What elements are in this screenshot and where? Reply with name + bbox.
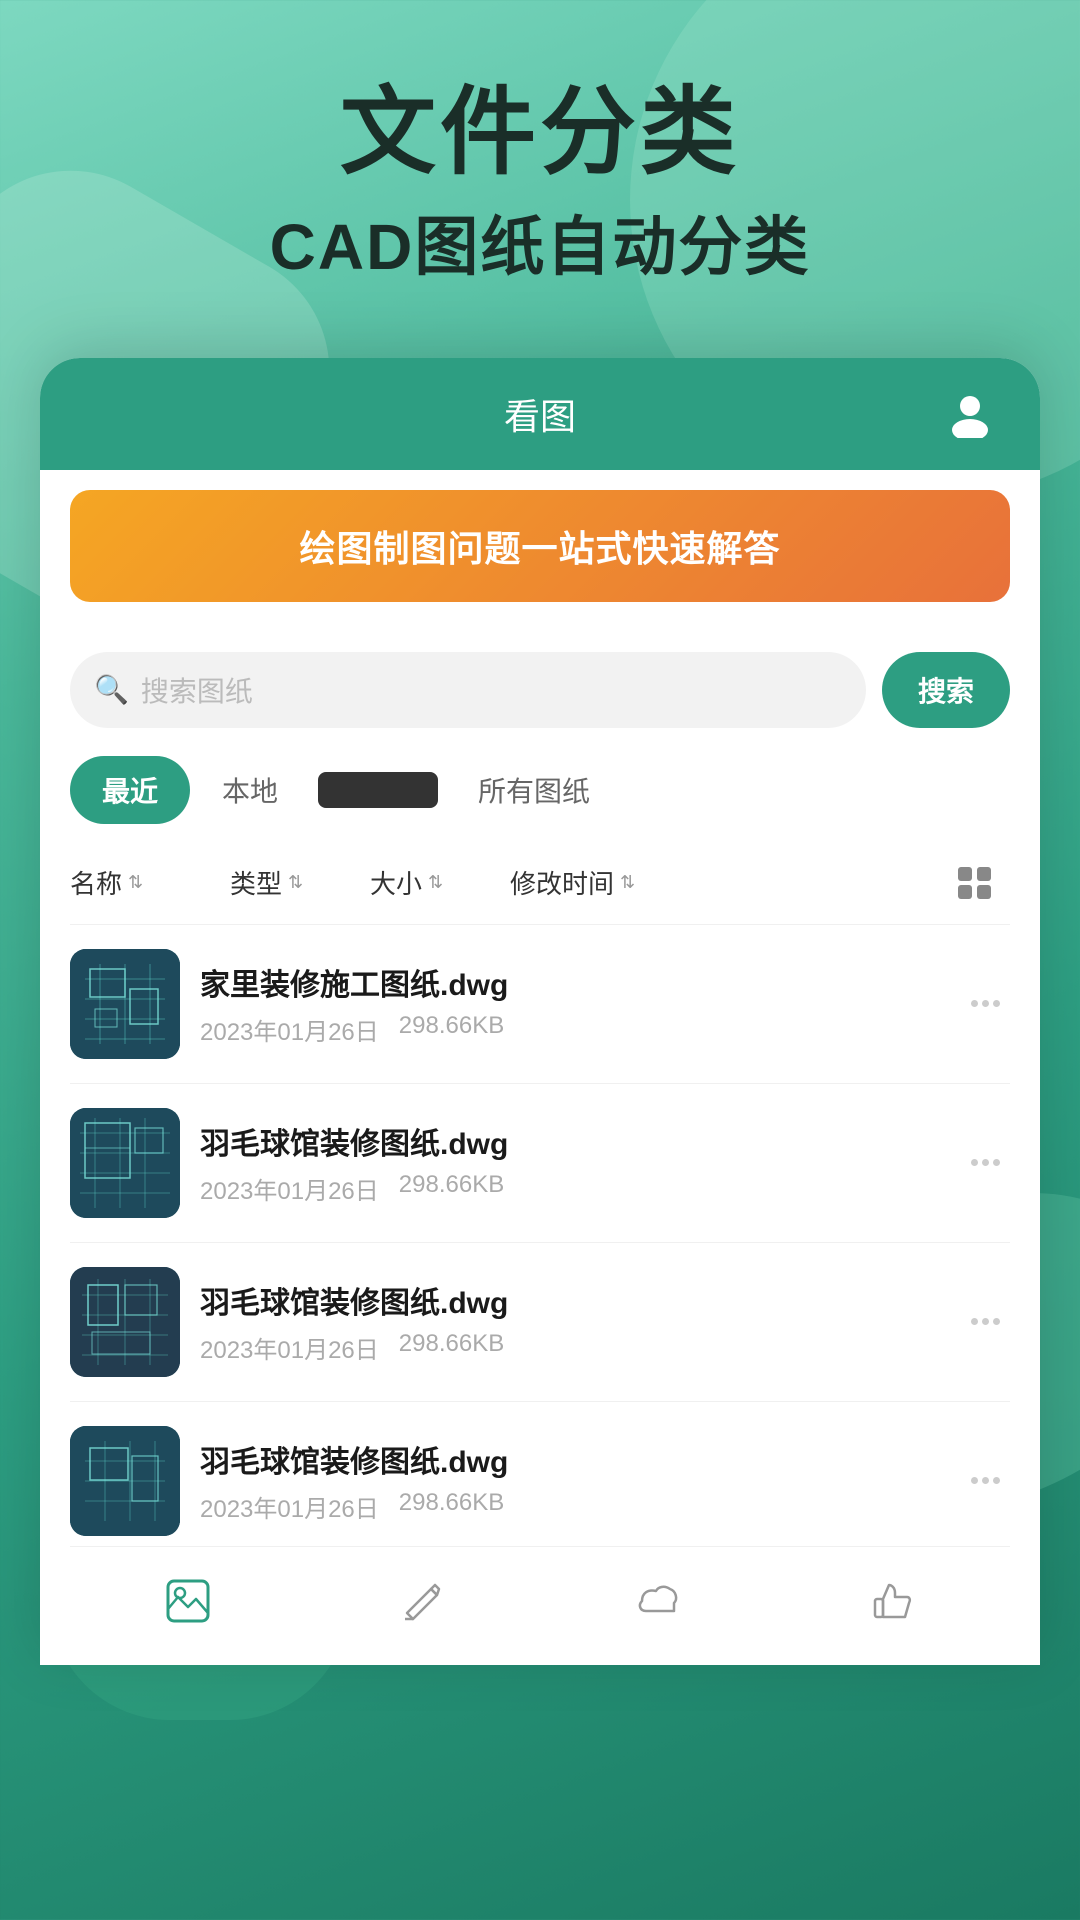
- grid-dot: [958, 867, 972, 881]
- file-size: 298.66KB: [399, 1489, 504, 1524]
- thumb-up-icon: [869, 1577, 917, 1625]
- file-thumbnail: [70, 1108, 180, 1218]
- user-icon: [946, 390, 994, 438]
- hero-section: 文件分类 CAD图纸自动分类: [0, 0, 1080, 328]
- col-size-header[interactable]: 大小 ⇅: [370, 864, 510, 901]
- tab-recent[interactable]: 最近: [70, 756, 190, 824]
- tab-all[interactable]: 所有图纸: [446, 756, 622, 824]
- file-date: 2023年01月26日: [200, 1330, 379, 1365]
- file-meta: 2023年01月26日 298.66KB: [200, 1330, 941, 1365]
- file-name: 家里装修施工图纸.dwg: [200, 960, 941, 1004]
- file-size: 298.66KB: [399, 1012, 504, 1047]
- banner[interactable]: 绘图制图问题一站式快速解答: [70, 490, 1010, 602]
- file-list: 家里装修施工图纸.dwg 2023年01月26日 298.66KB: [70, 925, 1010, 1546]
- view-toggle-button[interactable]: [950, 858, 1000, 908]
- file-name: 羽毛球馆装修图纸.dwg: [200, 1437, 941, 1481]
- file-info: 家里装修施工图纸.dwg 2023年01月26日 298.66KB: [200, 960, 941, 1047]
- file-name: 羽毛球馆装修图纸.dwg: [200, 1119, 941, 1163]
- gallery-icon: [164, 1577, 212, 1625]
- col-name-header[interactable]: 名称 ⇅: [70, 864, 230, 901]
- file-more-button[interactable]: [961, 1318, 1010, 1325]
- file-date: 2023年01月26日: [200, 1489, 379, 1524]
- search-button[interactable]: 搜索: [882, 652, 1010, 728]
- file-meta: 2023年01月26日 298.66KB: [200, 1012, 941, 1047]
- file-info: 羽毛球馆装修图纸.dwg 2023年01月26日 298.66KB: [200, 1119, 941, 1206]
- table-row[interactable]: 羽毛球馆装修图纸.dwg 2023年01月26日 298.66KB: [70, 1084, 1010, 1243]
- file-thumbnail: [70, 1426, 180, 1536]
- file-info: 羽毛球馆装修图纸.dwg 2023年01月26日 298.66KB: [200, 1437, 941, 1524]
- file-more-button[interactable]: [961, 1159, 1010, 1166]
- column-headers: 名称 ⇅ 类型 ⇅ 大小 ⇅ 修改时间 ⇅: [70, 848, 1010, 925]
- search-icon: 🔍: [94, 673, 129, 706]
- table-row[interactable]: 家里装修施工图纸.dwg 2023年01月26日 298.66KB: [70, 925, 1010, 1084]
- cad-preview-icon: [70, 1426, 180, 1536]
- grid-dot: [958, 885, 972, 899]
- nav-cloud[interactable]: [604, 1567, 712, 1635]
- file-meta: 2023年01月26日 298.66KB: [200, 1489, 941, 1524]
- cad-preview-icon: [70, 1108, 180, 1218]
- file-date: 2023年01月26日: [200, 1012, 379, 1047]
- sort-date-icon: ⇅: [620, 872, 635, 893]
- app-header: 看图: [40, 358, 1040, 470]
- grid-dot: [977, 885, 991, 899]
- sort-name-icon: ⇅: [128, 872, 143, 893]
- file-more-button[interactable]: [961, 1477, 1010, 1484]
- file-size: 298.66KB: [399, 1171, 504, 1206]
- cad-preview-icon: [70, 1267, 180, 1377]
- edit-icon: [399, 1577, 447, 1625]
- file-meta: 2023年01月26日 298.66KB: [200, 1171, 941, 1206]
- sort-size-icon: ⇅: [428, 872, 443, 893]
- search-placeholder: 搜索图纸: [141, 670, 253, 710]
- cloud-icon: [634, 1577, 682, 1625]
- tab-local[interactable]: 本地: [190, 756, 310, 824]
- search-input-wrap[interactable]: 🔍 搜索图纸: [70, 652, 866, 728]
- file-info: 羽毛球馆装修图纸.dwg 2023年01月26日 298.66KB: [200, 1278, 941, 1365]
- content-area: 🔍 搜索图纸 搜索 最近 本地 所有图纸 名称 ⇅: [40, 622, 1040, 1665]
- file-thumbnail: [70, 1267, 180, 1377]
- file-date: 2023年01月26日: [200, 1171, 379, 1206]
- col-type-header[interactable]: 类型 ⇅: [230, 864, 370, 901]
- hero-title-sub: CAD图纸自动分类: [60, 196, 1020, 288]
- banner-text: 绘图制图问题一站式快速解答: [299, 528, 780, 569]
- search-bar: 🔍 搜索图纸 搜索: [70, 652, 1010, 728]
- file-thumbnail: [70, 949, 180, 1059]
- avatar-button[interactable]: [940, 384, 1000, 444]
- file-name: 羽毛球馆装修图纸.dwg: [200, 1278, 941, 1322]
- tab-bar: 最近 本地 所有图纸: [70, 756, 1010, 824]
- file-size: 298.66KB: [399, 1330, 504, 1365]
- table-row[interactable]: 羽毛球馆装修图纸.dwg 2023年01月26日 298.66KB: [70, 1243, 1010, 1402]
- nav-thumb[interactable]: [839, 1567, 947, 1635]
- grid-dot: [977, 867, 991, 881]
- nav-edit[interactable]: [369, 1567, 477, 1635]
- phone-card: 看图 绘图制图问题一站式快速解答 🔍 搜索图纸 搜索 最近 本地: [40, 358, 1040, 1665]
- hero-title-main: 文件分类: [60, 80, 1020, 186]
- col-date-header[interactable]: 修改时间 ⇅: [510, 864, 950, 901]
- file-more-button[interactable]: [961, 1000, 1010, 1007]
- cad-preview-icon: [70, 949, 180, 1059]
- nav-gallery[interactable]: [134, 1567, 242, 1635]
- table-row[interactable]: 羽毛球馆装修图纸.dwg 2023年01月26日 298.66KB: [70, 1402, 1010, 1546]
- sort-type-icon: ⇅: [288, 872, 303, 893]
- tab-redacted: [318, 772, 438, 808]
- bottom-navigation: [70, 1546, 1010, 1665]
- app-title: 看图: [504, 388, 576, 440]
